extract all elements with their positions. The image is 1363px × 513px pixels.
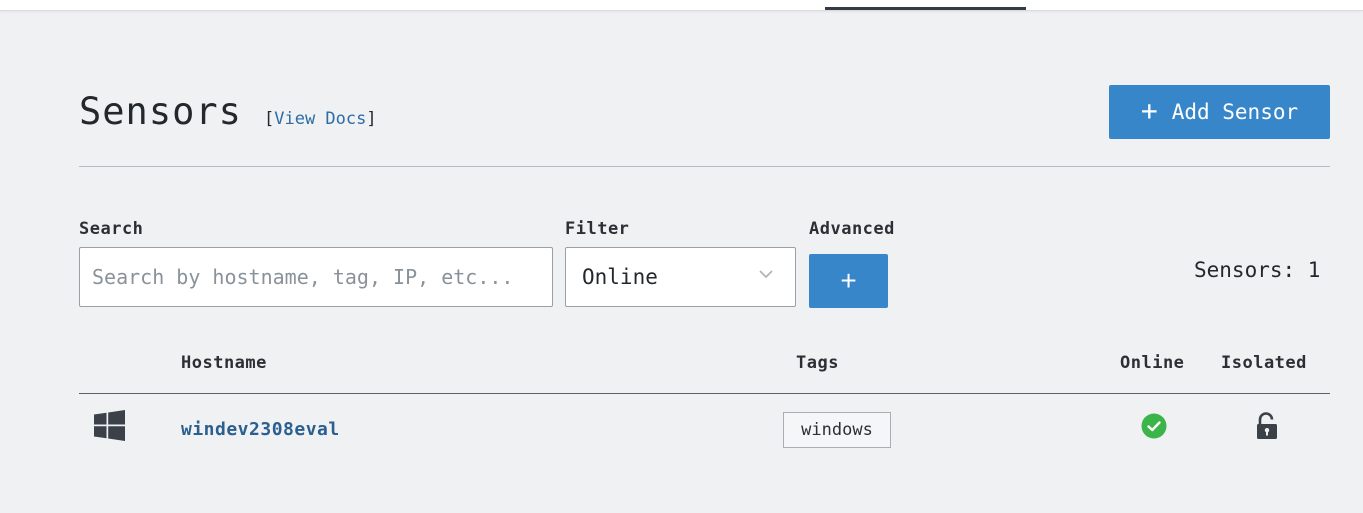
column-header-hostname: Hostname bbox=[181, 353, 267, 373]
tag-badge[interactable]: windows bbox=[783, 412, 891, 448]
header-divider bbox=[79, 166, 1330, 167]
view-docs-link[interactable]: View Docs bbox=[274, 109, 366, 129]
docs-bracket-close: ] bbox=[366, 109, 377, 129]
filter-value: Online bbox=[582, 265, 658, 289]
chevron-down-icon bbox=[759, 270, 773, 279]
view-docs: [View Docs] bbox=[264, 109, 377, 129]
search-label: Search bbox=[79, 219, 144, 239]
filter-label: Filter bbox=[565, 219, 630, 239]
hostname-link[interactable]: windev2308eval bbox=[181, 419, 340, 440]
top-nav-bar bbox=[0, 0, 1363, 11]
column-header-online: Online bbox=[1120, 353, 1185, 373]
active-tab-indicator bbox=[825, 7, 1026, 10]
page-title: Sensors bbox=[79, 90, 242, 133]
search-input[interactable] bbox=[79, 247, 553, 307]
unlocked-padlock-icon[interactable] bbox=[1255, 412, 1279, 440]
column-header-tags: Tags bbox=[796, 353, 839, 373]
docs-bracket-open: [ bbox=[264, 109, 275, 129]
table-header-divider bbox=[79, 393, 1330, 394]
advanced-label: Advanced bbox=[809, 219, 895, 239]
plus-icon: + bbox=[1140, 93, 1158, 127]
check-circle-icon bbox=[1141, 413, 1167, 439]
filter-select[interactable]: Online bbox=[565, 247, 796, 307]
advanced-add-button[interactable]: + bbox=[809, 254, 888, 308]
add-sensor-button[interactable]: + Add Sensor bbox=[1109, 85, 1330, 139]
add-sensor-label: Add Sensor bbox=[1171, 100, 1299, 124]
sensor-count: Sensors: 1 bbox=[1194, 258, 1321, 282]
windows-icon bbox=[94, 410, 125, 441]
column-header-isolated: Isolated bbox=[1221, 353, 1307, 373]
